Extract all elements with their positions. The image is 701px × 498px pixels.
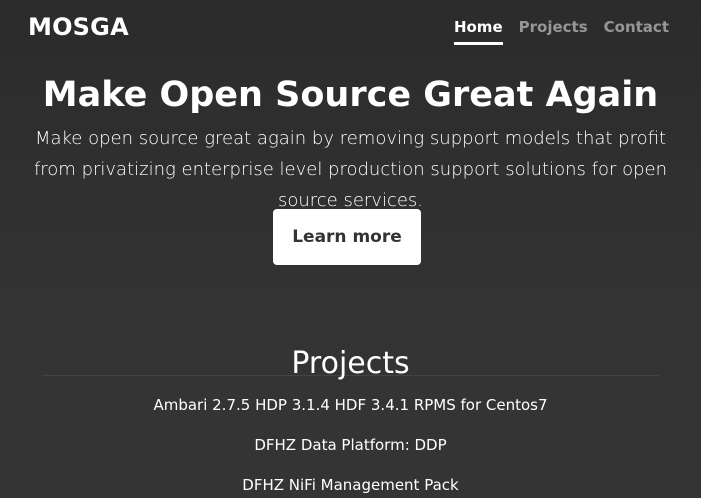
brand-logo-text[interactable]: MOSGA [28,13,129,41]
project-item-ddp[interactable]: DFHZ Data Platform: DDP [0,435,701,455]
hero-title: Make Open Source Great Again [42,75,659,116]
nav-contact-link[interactable]: Contact [604,18,669,45]
project-item-nifi-pack[interactable]: DFHZ NiFi Management Pack [0,475,701,495]
nav-home-link[interactable]: Home [453,18,503,45]
learn-more-button[interactable]: Learn more [273,209,421,265]
section-divider [42,375,659,376]
project-item-ambari[interactable]: Ambari 2.7.5 HDP 3.1.4 HDF 3.4.1 RPMS fo… [0,395,701,415]
hero-lead-text: Make open source great again by removing… [33,128,668,211]
nav-projects-link[interactable]: Projects [519,18,588,45]
projects-list: Ambari 2.7.5 HDP 3.1.4 HDF 3.4.1 RPMS fo… [0,395,701,498]
main-nav: Home Projects Contact [453,18,669,45]
